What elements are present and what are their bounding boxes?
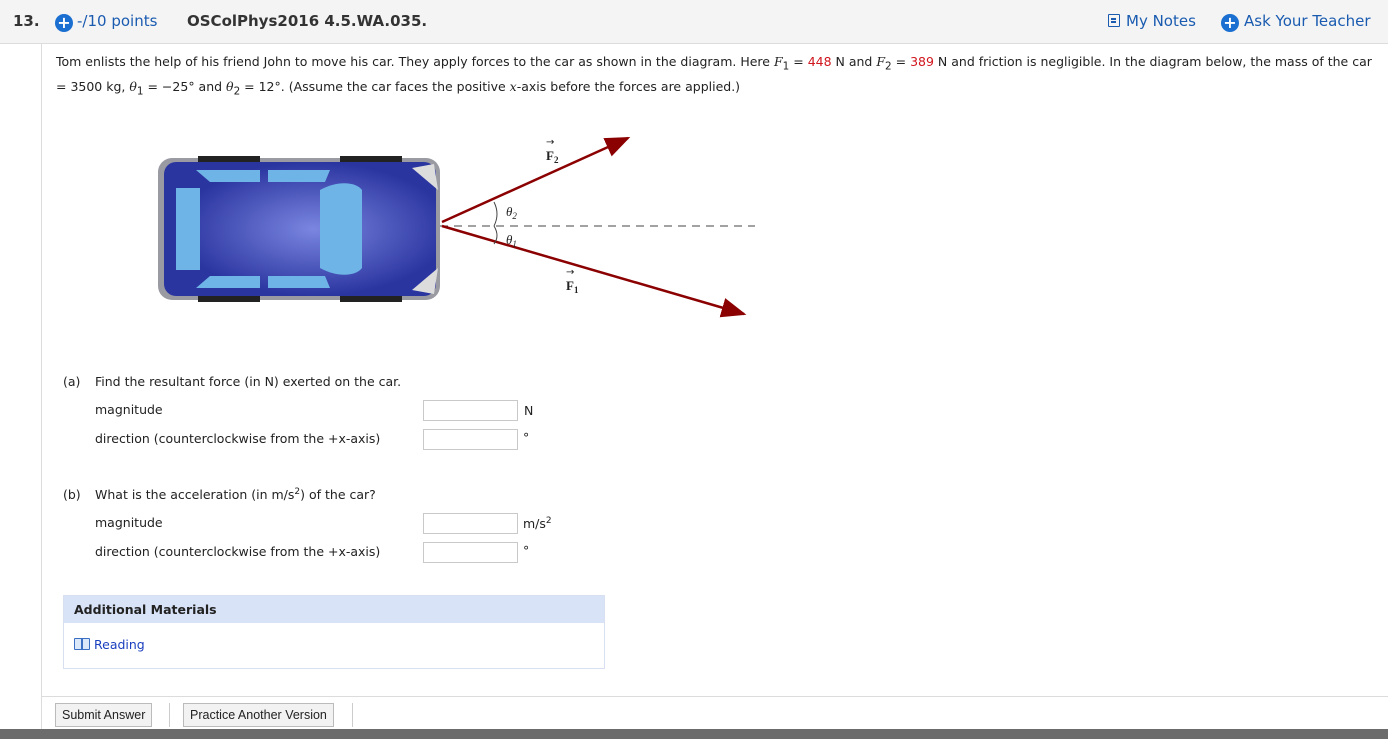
reading-label[interactable]: Reading (94, 637, 145, 652)
force-diagram: F2 → θ2 θ1 F1 → (158, 136, 755, 318)
notes-icon[interactable] (1108, 14, 1120, 27)
question-number: 13. (13, 12, 40, 30)
theta2-arc (493, 201, 498, 227)
part-a-direction-label: direction (counterclockwise from the +x-… (95, 431, 381, 446)
part-a-direction-input[interactable] (423, 429, 518, 450)
f1-symbol: F (773, 54, 783, 69)
vector-arrow-icon: → (566, 267, 574, 278)
part-a-question: Find the resultant force (in N) exerted … (95, 374, 402, 389)
theta1-subscript: 1 (136, 85, 144, 97)
x-axis-symbol: x (509, 78, 517, 94)
problem-statement: Tom enlists the help of his friend John … (56, 52, 1376, 101)
question-id: OSColPhys2016 4.5.WA.035. (187, 12, 428, 30)
points-toggle[interactable]: + -/10 points (55, 12, 157, 32)
part-b-magnitude-unit: m/s2 (523, 516, 552, 531)
f1-diagram-label: F1 (566, 278, 579, 295)
equals-sign: = (789, 54, 808, 69)
f2-subscript: 2 (885, 60, 892, 73)
reading-link[interactable]: Reading (74, 637, 145, 652)
part-b-magnitude-input[interactable] (423, 513, 518, 534)
additional-materials-title: Additional Materials (64, 596, 604, 623)
part-b-question-text: What is the acceleration (in m/s (95, 487, 295, 503)
left-divider (41, 44, 42, 739)
part-a-magnitude-input[interactable] (423, 400, 518, 421)
f2-diagram-label: F2 (546, 148, 559, 165)
theta2-value: = 12°. (Assume the car faces the positiv… (240, 78, 510, 94)
part-b-unit-text: m/s (523, 516, 546, 532)
button-separator (352, 703, 353, 727)
theta2-diagram-label: θ2 (506, 204, 517, 221)
equals-sign: = (891, 54, 911, 69)
plus-circle-icon[interactable]: + (55, 14, 73, 32)
my-notes-link[interactable]: My Notes (1108, 12, 1196, 30)
f1-value: 448 (807, 54, 832, 69)
ask-teacher-label[interactable]: Ask Your Teacher (1244, 12, 1371, 30)
additional-materials-panel: Additional Materials Reading (63, 595, 605, 669)
question-header: 13. + -/10 points OSColPhys2016 4.5.WA.03… (0, 0, 1388, 44)
part-a-magnitude-label: magnitude (95, 402, 163, 417)
part-b-direction-input[interactable] (423, 542, 518, 563)
submit-answer-button[interactable]: Submit Answer (55, 703, 153, 727)
ask-teacher-link[interactable]: + Ask Your Teacher (1221, 12, 1371, 32)
part-b-label: (b) (63, 487, 81, 502)
practice-another-version-button[interactable]: Practice Another Version (183, 703, 334, 727)
f2-arrow (441, 136, 631, 224)
f2-value: 389 (910, 54, 934, 69)
vector-arrow-icon: → (546, 137, 554, 148)
f1-arrow (441, 224, 747, 318)
part-b-question-text: ) of the car? (300, 487, 376, 503)
theta1-diagram-label: θ1 (506, 232, 517, 249)
part-b-direction-label: direction (counterclockwise from the +x-… (95, 544, 381, 559)
problem-text: -axis before the forces are applied.) (516, 78, 741, 94)
part-a-label: (a) (63, 374, 81, 389)
problem-text: N and (831, 54, 877, 69)
part-b-magnitude-label: magnitude (95, 515, 163, 530)
part-a-direction-unit: ° (523, 430, 530, 445)
part-a-magnitude-unit: N (524, 403, 534, 418)
theta1-value: = −25° and (143, 78, 227, 94)
part-b-direction-unit: ° (523, 543, 530, 558)
part-b-unit-sup: 2 (545, 516, 552, 526)
car-illustration (158, 156, 440, 302)
plus-circle-icon[interactable]: + (1221, 14, 1239, 32)
theta1-symbol: θ (129, 78, 137, 94)
footer-divider (41, 696, 1388, 697)
part-b-question: What is the acceleration (in m/s2) of th… (95, 487, 376, 502)
theta2-symbol: θ (226, 78, 234, 94)
f2-symbol: F (876, 54, 886, 69)
points-label[interactable]: -/10 points (77, 12, 157, 30)
button-separator (169, 703, 170, 727)
book-icon[interactable] (74, 638, 90, 650)
my-notes-label[interactable]: My Notes (1126, 12, 1196, 30)
bottom-toolbar-strip (0, 729, 1388, 739)
problem-text: Tom enlists the help of his friend John … (56, 54, 774, 69)
